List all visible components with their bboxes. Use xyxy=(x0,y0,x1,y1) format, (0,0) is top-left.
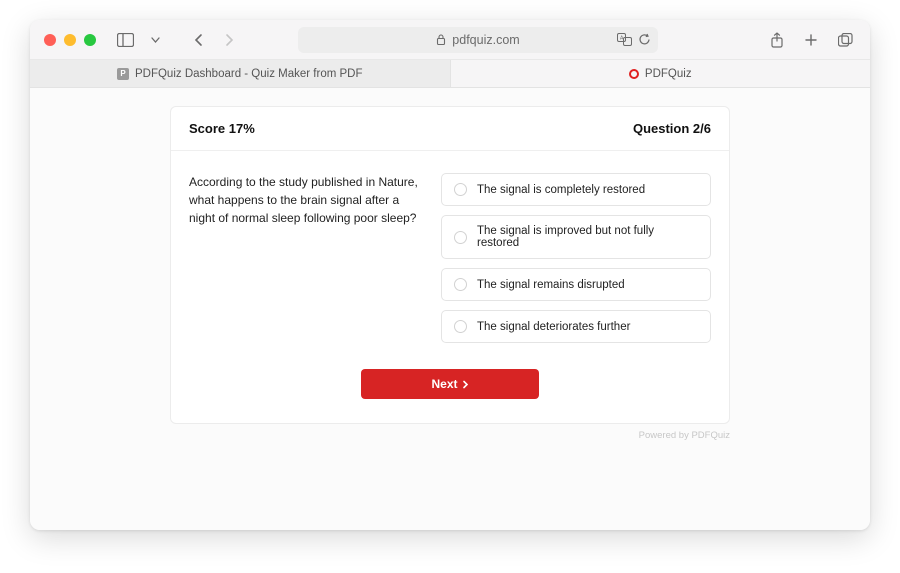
next-button-label: Next xyxy=(431,377,457,391)
favicon-p-icon: P xyxy=(117,68,129,80)
radio-icon xyxy=(454,183,467,196)
new-tab-icon[interactable] xyxy=(800,29,822,51)
next-button[interactable]: Next xyxy=(361,369,539,399)
translate-icon[interactable]: A xyxy=(616,32,632,48)
tab-pdfquiz-dashboard[interactable]: P PDFQuiz Dashboard - Quiz Maker from PD… xyxy=(30,60,451,87)
question-progress: Question 2/6 xyxy=(633,121,711,136)
window-controls xyxy=(44,34,96,46)
chevron-down-icon[interactable] xyxy=(144,29,166,51)
answer-option[interactable]: The signal is improved but not fully res… xyxy=(441,215,711,259)
option-label: The signal remains disrupted xyxy=(477,279,625,291)
tab-pdfquiz[interactable]: PDFQuiz xyxy=(451,60,871,87)
tab-overview-icon[interactable] xyxy=(834,29,856,51)
share-icon[interactable] xyxy=(766,29,788,51)
option-label: The signal deteriorates further xyxy=(477,321,630,333)
favicon-o-icon xyxy=(629,69,639,79)
address-bar-host: pdfquiz.com xyxy=(452,33,519,47)
option-label: The signal is completely restored xyxy=(477,184,645,196)
quiz-card: Score 17% Question 2/6 According to the … xyxy=(170,106,730,424)
answer-option[interactable]: The signal is completely restored xyxy=(441,173,711,206)
powered-by-footer: Powered by PDFQuiz xyxy=(170,430,730,451)
minimize-window-button[interactable] xyxy=(64,34,76,46)
close-window-button[interactable] xyxy=(44,34,56,46)
radio-icon xyxy=(454,320,467,333)
radio-icon xyxy=(454,278,467,291)
radio-icon xyxy=(454,231,467,244)
back-button[interactable] xyxy=(188,29,210,51)
chevron-right-icon xyxy=(462,380,469,389)
answer-options: The signal is completely restored The si… xyxy=(441,173,711,343)
maximize-window-button[interactable] xyxy=(84,34,96,46)
browser-toolbar: pdfquiz.com A xyxy=(30,20,870,60)
answer-option[interactable]: The signal deteriorates further xyxy=(441,310,711,343)
forward-button[interactable] xyxy=(218,29,240,51)
score-label: Score 17% xyxy=(189,121,255,136)
tab-label: PDFQuiz Dashboard - Quiz Maker from PDF xyxy=(135,68,363,80)
browser-window: pdfquiz.com A P P xyxy=(30,20,870,530)
quiz-header: Score 17% Question 2/6 xyxy=(171,107,729,151)
page-content: Score 17% Question 2/6 According to the … xyxy=(30,88,870,530)
address-bar[interactable]: pdfquiz.com A xyxy=(298,27,658,53)
tab-strip: P PDFQuiz Dashboard - Quiz Maker from PD… xyxy=(30,60,870,88)
reload-icon[interactable] xyxy=(636,32,652,48)
question-text: According to the study published in Natu… xyxy=(189,173,419,343)
tab-label: PDFQuiz xyxy=(645,68,692,80)
option-label: The signal is improved but not fully res… xyxy=(477,225,698,249)
answer-option[interactable]: The signal remains disrupted xyxy=(441,268,711,301)
lock-icon xyxy=(436,34,446,45)
sidebar-toggle-icon[interactable] xyxy=(114,29,136,51)
